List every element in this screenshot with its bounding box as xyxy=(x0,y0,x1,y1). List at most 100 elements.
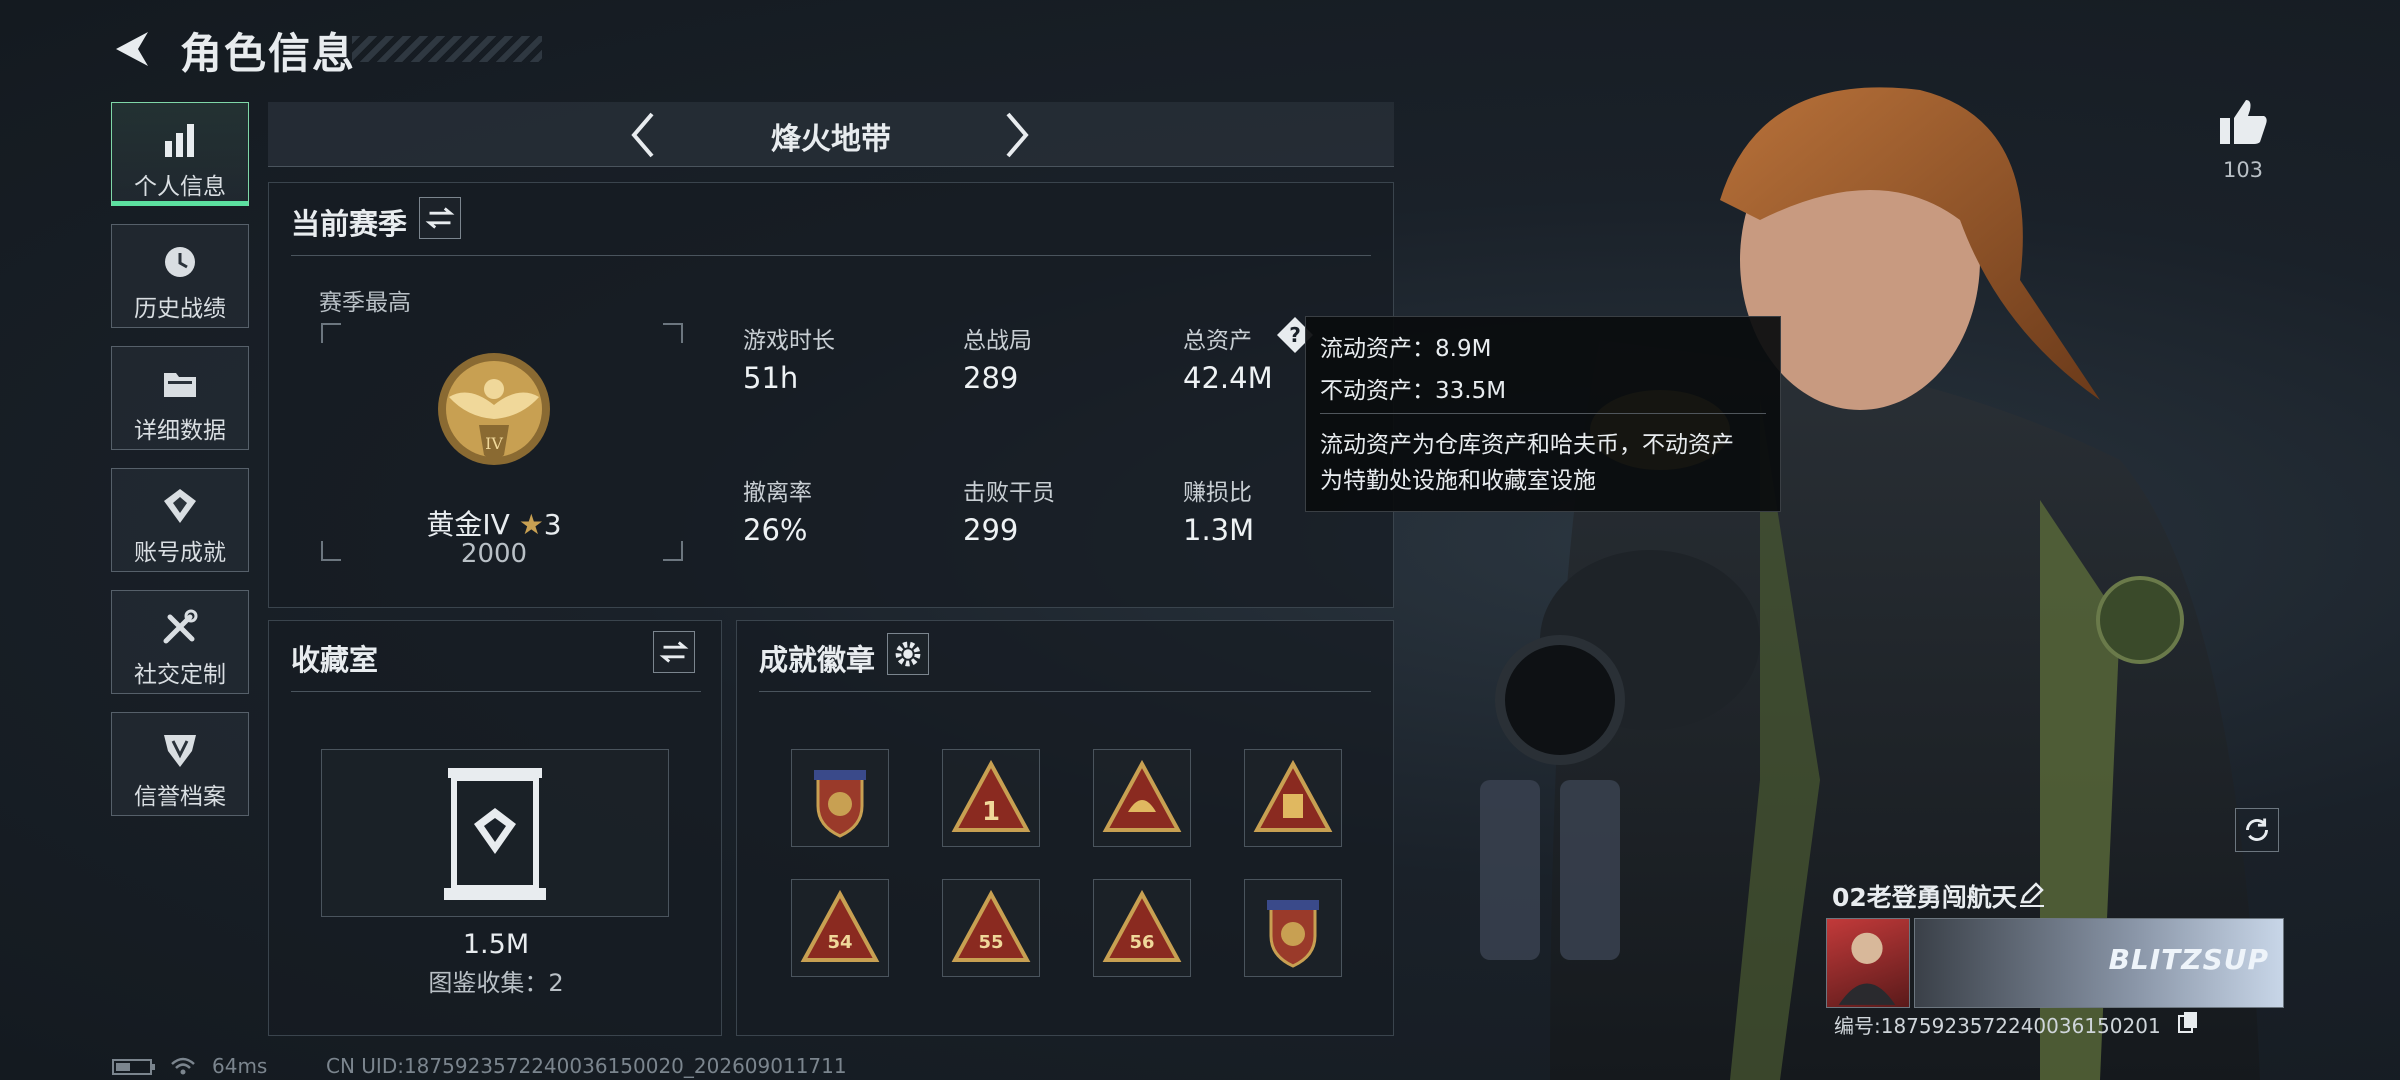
collection-panel: 收藏室 1.5M 图鉴收集：2 xyxy=(268,620,722,1036)
swap-icon xyxy=(425,207,455,229)
stat-value-play-time: 51h xyxy=(743,361,799,395)
stat-label: 赚损比 xyxy=(1183,480,1252,506)
divider xyxy=(759,691,1371,692)
nav-item-personal-info[interactable]: 个人信息 xyxy=(111,102,249,206)
collection-switch-button[interactable] xyxy=(653,631,695,673)
nav-item-label: 账号成就 xyxy=(134,540,226,566)
stat-label: 总资产 xyxy=(1183,328,1252,354)
network-ping: 64ms xyxy=(212,1054,268,1078)
stat-value-total-matches: 289 xyxy=(963,361,1019,395)
gold-rank-emblem: IV xyxy=(438,353,550,465)
nav-item-social-customization[interactable]: 社交定制 xyxy=(111,590,249,694)
title-decoration xyxy=(352,36,542,62)
tooltip-desc-line2: 为特勤处设施和收藏室设施 xyxy=(1320,468,1596,494)
nav-item-label: 详细数据 xyxy=(134,418,226,444)
stat-value-extraction-rate: 26% xyxy=(743,513,808,547)
triangle-badge-icon xyxy=(1102,759,1182,832)
collection-count: 图鉴收集：2 xyxy=(428,969,564,997)
tooltip-liquid-assets: 流动资产：8.9M xyxy=(1320,336,1492,362)
clock-history-icon xyxy=(165,247,195,277)
rank-star-icon: ★ xyxy=(518,508,544,541)
page-title: 角色信息 xyxy=(180,29,357,78)
frame-corner xyxy=(321,323,341,343)
badge-numeral: 1 xyxy=(982,797,1000,827)
badges-title: 成就徽章 xyxy=(759,643,876,677)
triangle-badge-icon: 1 xyxy=(951,759,1031,832)
copy-icon[interactable] xyxy=(2176,1010,2200,1034)
stat-value-operators-defeated: 299 xyxy=(963,513,1019,547)
folder-icon xyxy=(164,373,196,397)
svg-text:?: ? xyxy=(1289,323,1301,347)
frame-corner xyxy=(663,323,683,343)
badge-slot[interactable]: 1 xyxy=(942,749,1040,847)
nav-item-label: 个人信息 xyxy=(134,174,226,200)
collection-value: 1.5M xyxy=(462,929,530,960)
mode-name: 烽火地带 xyxy=(771,122,891,157)
badge-slot[interactable]: 54 xyxy=(791,879,889,977)
badge-slot[interactable] xyxy=(1244,749,1342,847)
thumbs-up-icon[interactable] xyxy=(2218,98,2268,146)
wifi-icon xyxy=(171,1057,195,1075)
rank-line: 黄金IV ★3 xyxy=(269,503,719,543)
tools-icon xyxy=(163,609,198,644)
badge-slot[interactable]: 55 xyxy=(942,879,1040,977)
stat-value-total-assets: 42.4M xyxy=(1183,361,1273,395)
avatar-portrait xyxy=(1838,932,1896,1005)
rotate-view-button[interactable] xyxy=(2235,808,2279,852)
badge-slot[interactable] xyxy=(1244,879,1342,977)
tooltip-desc-line1: 流动资产为仓库资产和哈夫币，不动资产 xyxy=(1320,432,1734,458)
mode-next-button[interactable] xyxy=(1000,110,1034,160)
likes-count: 103 xyxy=(2222,158,2264,182)
triangle-badge-icon: 55 xyxy=(951,889,1031,962)
nav-item-label: 历史战绩 xyxy=(134,296,226,322)
player-id: 编号:1875923572240036150201 xyxy=(1834,1014,2161,1038)
nav-item-label: 信誉档案 xyxy=(134,784,226,810)
nav-item-match-history[interactable]: 历史战绩 xyxy=(111,224,249,328)
collection-display[interactable] xyxy=(321,749,669,917)
nav-item-label: 社交定制 xyxy=(134,662,226,688)
stat-value-profit-ratio: 1.3M xyxy=(1183,513,1255,547)
badges-settings-button[interactable] xyxy=(887,633,929,675)
shield-badge-icon xyxy=(814,770,866,838)
uid-text: CN UID:1875923572240036150020_2026090117… xyxy=(326,1054,847,1078)
badge-numeral: 55 xyxy=(978,932,1003,953)
stat-label: 击败干员 xyxy=(963,480,1055,506)
avatar[interactable] xyxy=(1826,918,1910,1008)
rank-points: 2000 xyxy=(460,539,528,569)
season-switch-button[interactable] xyxy=(419,197,461,239)
stat-label: 撤离率 xyxy=(743,480,812,506)
name-card-text: BLITZSUP xyxy=(2108,943,2269,976)
edit-name-icon[interactable] xyxy=(2018,880,2046,908)
rotate-icon xyxy=(2246,818,2268,841)
bar-chart-icon xyxy=(165,124,194,157)
rank-stars: 3 xyxy=(543,508,562,541)
nav-item-detailed-data[interactable]: 详细数据 xyxy=(111,346,249,450)
badge-slot[interactable]: 56 xyxy=(1093,879,1191,977)
divider xyxy=(291,255,1371,256)
divider xyxy=(291,691,701,692)
name-card-banner[interactable]: BLITZSUP xyxy=(1914,918,2284,1008)
assets-tooltip: 流动资产：8.9M 不动资产：33.5M 流动资产为仓库资产和哈夫币，不动资产 … xyxy=(1305,316,1781,512)
nav-item-account-achievements[interactable]: 账号成就 xyxy=(111,468,249,572)
badge-slot[interactable] xyxy=(791,749,889,847)
back-button[interactable] xyxy=(108,26,154,72)
nav-item-credit-record[interactable]: 信誉档案 xyxy=(111,712,249,816)
triangle-badge-icon: 56 xyxy=(1102,889,1182,962)
credit-shield-icon xyxy=(164,735,196,767)
rank-emblem-numeral: IV xyxy=(485,434,503,453)
badge-slot[interactable] xyxy=(1093,749,1191,847)
season-best-label: 赛季最高 xyxy=(319,290,411,316)
badge-numeral: 54 xyxy=(827,932,852,953)
collection-title: 收藏室 xyxy=(291,643,379,677)
divider xyxy=(1320,413,1766,414)
rank-name: 黄金IV xyxy=(426,508,510,541)
triangle-badge-icon xyxy=(1253,759,1333,832)
tooltip-fixed-assets: 不动资产：33.5M xyxy=(1320,378,1507,404)
battery-icon xyxy=(112,1059,155,1075)
stat-label: 总战局 xyxy=(963,328,1032,354)
badge-numeral: 56 xyxy=(1129,932,1154,953)
gear-icon xyxy=(895,641,921,667)
player-name: 02老登勇闯航天 xyxy=(1832,883,2017,912)
display-case-icon xyxy=(444,768,546,900)
achievement-icon xyxy=(164,489,196,523)
